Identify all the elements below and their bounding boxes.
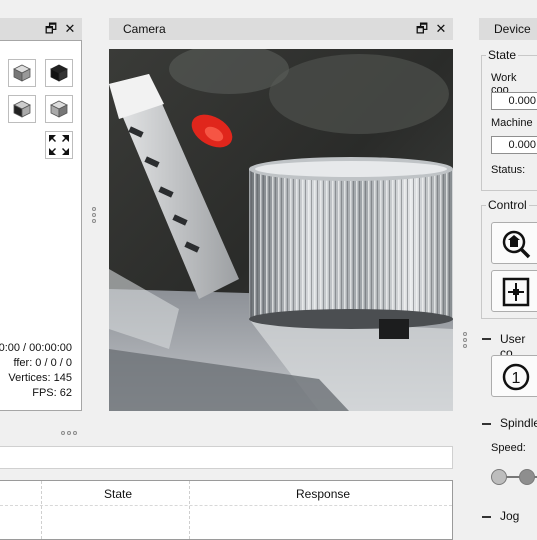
state-group-label: State [486,48,519,62]
control-group-label: Control [486,198,529,212]
vis-vertices-readout: Vertices: 145 [8,372,72,384]
home-button[interactable] [491,222,537,264]
camera-feed [109,49,453,411]
speed-slider-min-handle[interactable] [491,469,507,485]
view-left-button[interactable] [45,95,73,123]
status-label: Status: [491,164,526,176]
splitter-handle[interactable] [463,330,469,350]
camera-image [109,49,453,411]
float-icon[interactable]: 🗗 [43,21,59,37]
view-top-button[interactable] [45,59,73,87]
splitter-handle[interactable] [92,205,98,225]
column-divider [41,481,42,539]
work-coords-x-field[interactable]: 0.000 [491,92,537,110]
cube-view-icon [13,64,31,82]
jog-label: Jog [500,509,520,523]
home-icon [502,230,531,259]
expand-icon [49,135,69,155]
svg-text:1: 1 [512,370,521,387]
view-isometric-button[interactable] [8,59,36,87]
cube-view-icon [13,100,31,118]
float-icon[interactable]: 🗗 [414,21,430,37]
vis-fps-readout: FPS: 62 [32,387,72,399]
zero-xy-button[interactable] [491,270,537,312]
user-command-1-button[interactable]: 1 [491,355,537,397]
device-header: Device [479,18,537,40]
column-divider [189,481,190,539]
vis-buffer-readout: ffer: 0 / 0 / 0 [13,357,73,369]
camera-header: Camera 🗗 ✕ [109,18,453,40]
close-icon[interactable]: ✕ [62,21,78,37]
camera-title: Camera [123,22,166,36]
speed-slider-handle[interactable] [519,469,535,485]
header-divider [0,505,452,506]
column-header-state[interactable]: State [104,487,132,501]
crosshair-icon [502,277,530,307]
fit-view-button[interactable] [45,131,73,159]
command-input[interactable] [0,446,453,469]
machine-coords-x-field[interactable]: 0.000 [491,136,537,154]
splitter-handle[interactable] [61,431,77,435]
machine-coords-label: Machine [491,117,533,129]
collapse-user-commands[interactable] [482,338,491,340]
number-one-icon: 1 [502,363,530,391]
speed-label: Speed: [491,442,526,454]
vis-time-readout: 00:00:00 / 00:00:00 [0,342,72,354]
visualizer-header: 🗗 ✕ [0,18,82,40]
console-table: State Response [0,480,453,540]
device-title: Device [494,22,531,36]
close-icon[interactable]: ✕ [433,21,449,37]
cube-view-icon [50,100,68,118]
view-front-button[interactable] [8,95,36,123]
spindle-label: Spindle [500,416,537,430]
column-header-response[interactable]: Response [296,487,350,501]
collapse-spindle[interactable] [482,423,491,425]
visualizer-panel: 00:00:00 / 00:00:00 ffer: 0 / 0 / 0 Vert… [0,40,82,411]
collapse-jog[interactable] [482,516,491,518]
cube-view-icon [50,64,68,82]
